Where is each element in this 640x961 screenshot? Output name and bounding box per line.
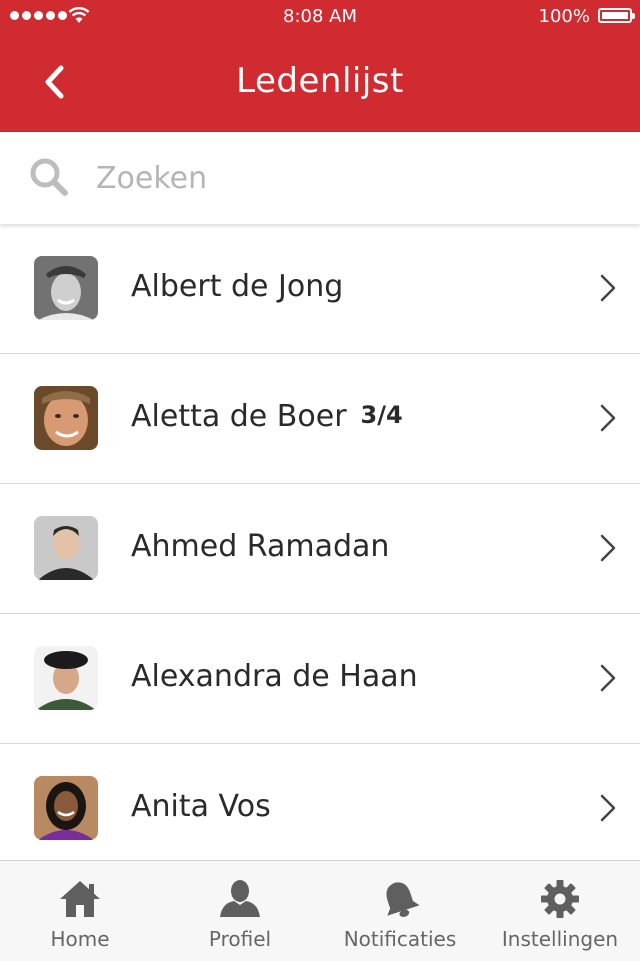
member-row-aletta-de-boer[interactable]: Aletta de Boer 3/4 <box>0 354 640 484</box>
tab-bar: Home Profiel Notificaties Instellingen <box>0 860 640 961</box>
member-row-albert-de-jong[interactable]: Albert de Jong <box>0 224 640 354</box>
tab-label: Home <box>50 927 110 951</box>
tab-label: Instellingen <box>501 927 619 951</box>
chevron-right-icon <box>600 664 616 692</box>
header-bar: 8:08 AM 100% Ledenlijst <box>0 0 640 132</box>
page-title: Ledenlijst <box>236 61 404 101</box>
member-name: Aletta de Boer 3/4 <box>131 399 403 434</box>
chevron-right-icon <box>600 534 616 562</box>
avatar <box>34 776 98 840</box>
member-row-alexandra-de-haan[interactable]: Alexandra de Haan <box>0 614 640 744</box>
search-bar <box>0 132 640 224</box>
battery-percentage: 100% <box>538 6 590 27</box>
chevron-right-icon <box>600 274 616 302</box>
tab-notifications[interactable]: Notificaties <box>320 861 480 961</box>
battery-icon <box>598 8 635 23</box>
bell-icon <box>386 882 420 917</box>
profile-icon <box>220 880 260 917</box>
member-count: 3/4 <box>360 401 403 429</box>
search-icon <box>30 158 68 196</box>
status-bar: 8:08 AM 100% <box>0 0 640 32</box>
avatar <box>34 516 98 580</box>
member-name: Alexandra de Haan <box>131 659 418 694</box>
chevron-right-icon <box>600 794 616 822</box>
search-input[interactable] <box>96 152 596 204</box>
chevron-right-icon <box>600 404 616 432</box>
home-icon <box>60 881 100 917</box>
tab-home[interactable]: Home <box>0 861 160 961</box>
gear-icon <box>541 880 579 918</box>
member-row-ahmed-ramadan[interactable]: Ahmed Ramadan <box>0 484 640 614</box>
member-name: Anita Vos <box>131 789 271 824</box>
tab-label: Profiel <box>208 927 272 951</box>
tab-profile[interactable]: Profiel <box>160 861 320 961</box>
tab-settings[interactable]: Instellingen <box>480 861 640 961</box>
avatar <box>34 386 98 450</box>
member-name: Ahmed Ramadan <box>131 529 390 564</box>
member-row-anita-vos[interactable]: Anita Vos <box>0 744 640 860</box>
avatar <box>34 256 98 320</box>
member-name: Albert de Jong <box>131 269 344 304</box>
tab-label: Notificaties <box>343 927 457 951</box>
avatar <box>34 646 98 710</box>
member-list: Albert de Jong Aletta de Boer 3/4 Ahmed … <box>0 224 640 860</box>
